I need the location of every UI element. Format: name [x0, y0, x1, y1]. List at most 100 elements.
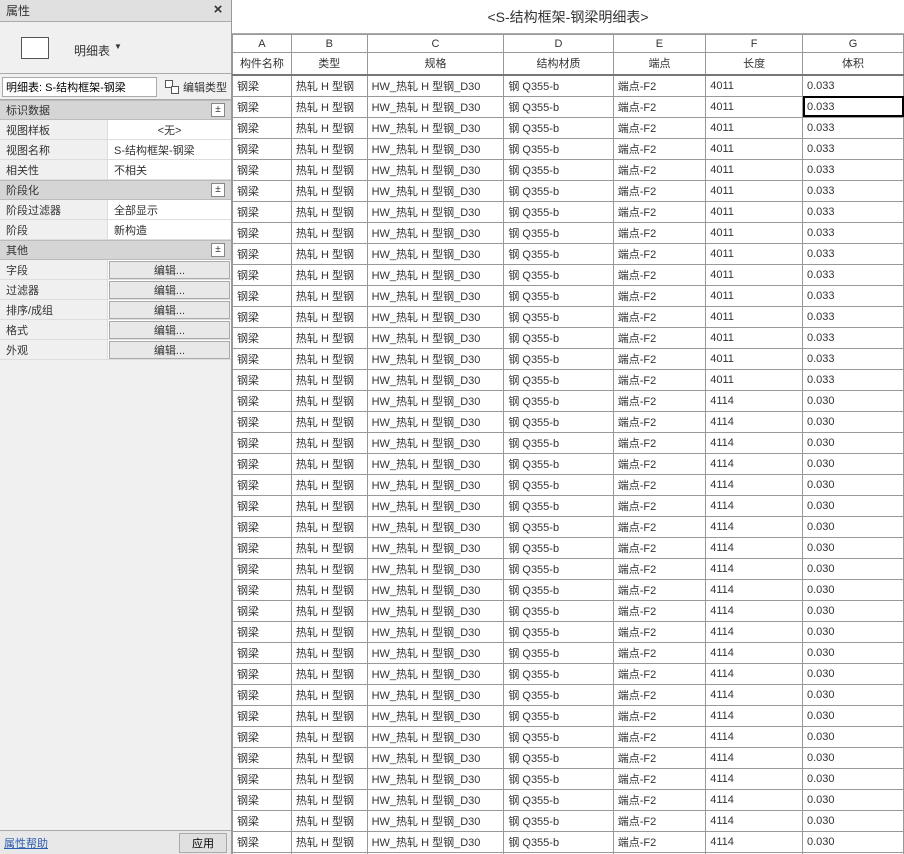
- property-value[interactable]: 新构造: [108, 220, 231, 239]
- table-cell[interactable]: 钢梁: [233, 621, 292, 642]
- column-header[interactable]: 结构材质: [504, 53, 613, 75]
- table-cell[interactable]: 热轧 H 型钢: [291, 201, 367, 222]
- table-cell[interactable]: 端点-F2: [613, 768, 706, 789]
- table-cell[interactable]: HW_热轧 H 型钢_D30: [367, 558, 504, 579]
- table-cell[interactable]: HW_热轧 H 型钢_D30: [367, 600, 504, 621]
- table-cell[interactable]: 4114: [706, 768, 803, 789]
- table-cell[interactable]: HW_热轧 H 型钢_D30: [367, 495, 504, 516]
- table-cell[interactable]: 钢梁: [233, 684, 292, 705]
- table-cell[interactable]: 钢梁: [233, 390, 292, 411]
- table-cell[interactable]: 4011: [706, 96, 803, 117]
- table-cell[interactable]: 4011: [706, 327, 803, 348]
- table-cell[interactable]: 0.030: [803, 453, 904, 474]
- table-cell[interactable]: 钢梁: [233, 810, 292, 831]
- table-cell[interactable]: 热轧 H 型钢: [291, 537, 367, 558]
- table-cell[interactable]: HW_热轧 H 型钢_D30: [367, 474, 504, 495]
- table-cell[interactable]: 热轧 H 型钢: [291, 810, 367, 831]
- table-cell[interactable]: 热轧 H 型钢: [291, 474, 367, 495]
- table-cell[interactable]: 热轧 H 型钢: [291, 117, 367, 138]
- table-cell[interactable]: HW_热轧 H 型钢_D30: [367, 306, 504, 327]
- table-cell[interactable]: 钢梁: [233, 285, 292, 306]
- table-cell[interactable]: 0.030: [803, 663, 904, 684]
- table-cell[interactable]: 0.030: [803, 411, 904, 432]
- table-cell[interactable]: 钢梁: [233, 726, 292, 747]
- table-cell[interactable]: 0.033: [803, 369, 904, 390]
- table-cell[interactable]: 钢 Q355-b: [504, 705, 613, 726]
- table-cell[interactable]: 0.030: [803, 600, 904, 621]
- table-cell[interactable]: HW_热轧 H 型钢_D30: [367, 537, 504, 558]
- property-edit-button[interactable]: 编辑...: [109, 261, 230, 279]
- table-cell[interactable]: 钢 Q355-b: [504, 390, 613, 411]
- table-cell[interactable]: 钢梁: [233, 600, 292, 621]
- collapse-icon[interactable]: ±: [211, 103, 225, 117]
- table-cell[interactable]: 钢 Q355-b: [504, 453, 613, 474]
- table-cell[interactable]: 4011: [706, 348, 803, 369]
- table-cell[interactable]: 端点-F2: [613, 348, 706, 369]
- table-cell[interactable]: 4114: [706, 516, 803, 537]
- type-dropdown[interactable]: 明细表 ▼: [70, 36, 231, 59]
- table-cell[interactable]: 热轧 H 型钢: [291, 768, 367, 789]
- table-cell[interactable]: HW_热轧 H 型钢_D30: [367, 516, 504, 537]
- table-cell[interactable]: 4114: [706, 558, 803, 579]
- table-cell[interactable]: 钢 Q355-b: [504, 306, 613, 327]
- table-cell[interactable]: 端点-F2: [613, 264, 706, 285]
- table-cell[interactable]: 4011: [706, 369, 803, 390]
- table-cell[interactable]: HW_热轧 H 型钢_D30: [367, 663, 504, 684]
- table-cell[interactable]: 钢 Q355-b: [504, 201, 613, 222]
- table-cell[interactable]: 钢 Q355-b: [504, 348, 613, 369]
- table-cell[interactable]: HW_热轧 H 型钢_D30: [367, 222, 504, 243]
- table-cell[interactable]: 热轧 H 型钢: [291, 516, 367, 537]
- table-cell[interactable]: 端点-F2: [613, 453, 706, 474]
- table-cell[interactable]: 0.030: [803, 495, 904, 516]
- table-cell[interactable]: HW_热轧 H 型钢_D30: [367, 264, 504, 285]
- table-cell[interactable]: HW_热轧 H 型钢_D30: [367, 138, 504, 159]
- table-cell[interactable]: 0.030: [803, 684, 904, 705]
- table-cell[interactable]: 0.030: [803, 768, 904, 789]
- table-cell[interactable]: 端点-F2: [613, 600, 706, 621]
- table-cell[interactable]: 端点-F2: [613, 369, 706, 390]
- table-cell[interactable]: 热轧 H 型钢: [291, 642, 367, 663]
- help-link[interactable]: 属性帮助: [4, 835, 48, 851]
- column-header[interactable]: 类型: [291, 53, 367, 75]
- table-cell[interactable]: 钢梁: [233, 579, 292, 600]
- table-cell[interactable]: 钢 Q355-b: [504, 789, 613, 810]
- table-cell[interactable]: HW_热轧 H 型钢_D30: [367, 96, 504, 117]
- table-cell[interactable]: HW_热轧 H 型钢_D30: [367, 369, 504, 390]
- table-cell[interactable]: 钢 Q355-b: [504, 369, 613, 390]
- table-cell[interactable]: 钢 Q355-b: [504, 285, 613, 306]
- table-cell[interactable]: 热轧 H 型钢: [291, 138, 367, 159]
- table-cell[interactable]: 0.033: [803, 327, 904, 348]
- table-cell[interactable]: 热轧 H 型钢: [291, 348, 367, 369]
- table-cell[interactable]: 4011: [706, 306, 803, 327]
- table-cell[interactable]: 钢梁: [233, 201, 292, 222]
- table-cell[interactable]: 4114: [706, 684, 803, 705]
- table-cell[interactable]: 钢梁: [233, 222, 292, 243]
- table-cell[interactable]: 钢梁: [233, 705, 292, 726]
- column-letter[interactable]: E: [613, 35, 706, 53]
- table-cell[interactable]: HW_热轧 H 型钢_D30: [367, 411, 504, 432]
- property-value[interactable]: 不相关: [108, 160, 231, 179]
- table-cell[interactable]: 钢梁: [233, 495, 292, 516]
- property-edit-button[interactable]: 编辑...: [109, 341, 230, 359]
- table-cell[interactable]: HW_热轧 H 型钢_D30: [367, 75, 504, 97]
- table-cell[interactable]: 端点-F2: [613, 390, 706, 411]
- table-cell[interactable]: HW_热轧 H 型钢_D30: [367, 726, 504, 747]
- table-cell[interactable]: 钢梁: [233, 180, 292, 201]
- table-cell[interactable]: 4114: [706, 432, 803, 453]
- table-cell[interactable]: 钢梁: [233, 432, 292, 453]
- table-cell[interactable]: 钢 Q355-b: [504, 495, 613, 516]
- table-cell[interactable]: HW_热轧 H 型钢_D30: [367, 789, 504, 810]
- table-cell[interactable]: HW_热轧 H 型钢_D30: [367, 159, 504, 180]
- table-cell[interactable]: 端点-F2: [613, 495, 706, 516]
- table-cell[interactable]: 钢 Q355-b: [504, 621, 613, 642]
- column-letter[interactable]: G: [803, 35, 904, 53]
- table-cell[interactable]: 热轧 H 型钢: [291, 558, 367, 579]
- table-cell[interactable]: 热轧 H 型钢: [291, 579, 367, 600]
- table-cell[interactable]: 4114: [706, 810, 803, 831]
- column-header[interactable]: 构件名称: [233, 53, 292, 75]
- table-cell[interactable]: 4114: [706, 495, 803, 516]
- instance-selector-input[interactable]: [2, 77, 157, 97]
- table-cell[interactable]: 热轧 H 型钢: [291, 390, 367, 411]
- table-cell[interactable]: 0.030: [803, 432, 904, 453]
- table-cell[interactable]: 钢 Q355-b: [504, 537, 613, 558]
